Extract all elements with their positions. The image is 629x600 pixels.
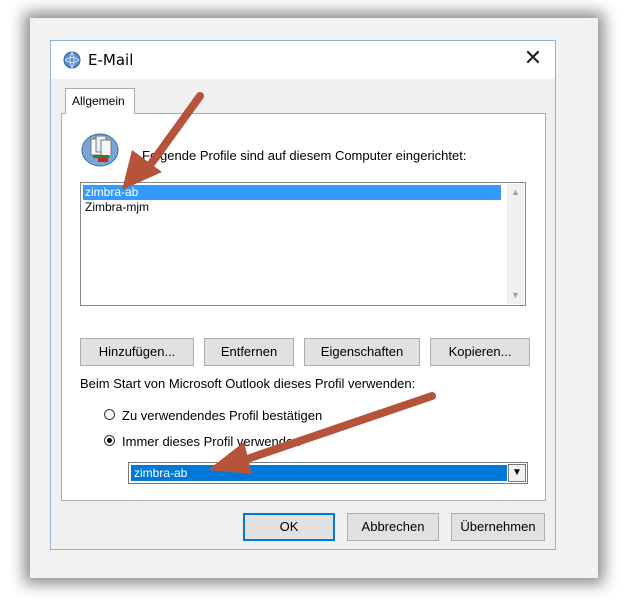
copy-profile-button[interactable]: Kopieren...: [430, 338, 530, 366]
window-title: E-Mail: [88, 51, 134, 69]
properties-button[interactable]: Eigenschaften: [304, 338, 420, 366]
email-dialog: E-Mail ✕ Allgemein Folgende Profile sind…: [50, 40, 556, 550]
list-item[interactable]: zimbra-ab: [83, 185, 501, 200]
profile-select[interactable]: zimbra-ab ▼: [128, 462, 528, 484]
tab-allgemein[interactable]: Allgemein: [65, 88, 135, 114]
globe-mail-icon: [63, 51, 81, 70]
profile-select-value: zimbra-ab: [131, 465, 507, 481]
radio-always-label: Immer dieses Profil verwenden: [122, 434, 301, 449]
profile-list[interactable]: zimbra-ab Zimbra-mjm ▲ ▼: [80, 182, 526, 306]
remove-profile-button[interactable]: Entfernen: [204, 338, 294, 366]
add-profile-button[interactable]: Hinzufügen...: [80, 338, 194, 366]
list-item[interactable]: Zimbra-mjm: [83, 200, 501, 215]
startup-profile-label: Beim Start von Microsoft Outlook dieses …: [80, 376, 416, 391]
cancel-button[interactable]: Abbrechen: [347, 513, 439, 541]
chevron-down-icon[interactable]: ▼: [507, 287, 524, 304]
ok-button[interactable]: OK: [243, 513, 335, 541]
profile-cards-icon: [80, 128, 120, 168]
apply-button[interactable]: Übernehmen: [451, 513, 545, 541]
radio-button-checked[interactable]: [104, 435, 115, 446]
radio-button[interactable]: [104, 409, 115, 420]
general-tab-panel: Folgende Profile sind auf diesem Compute…: [61, 113, 546, 501]
profile-list-scrollbar[interactable]: ▲ ▼: [507, 184, 524, 304]
triangle-down-icon[interactable]: ▼: [508, 464, 526, 482]
title-bar: E-Mail ✕: [51, 41, 555, 79]
close-button[interactable]: ✕: [519, 45, 547, 73]
profiles-intro-text: Folgende Profile sind auf diesem Compute…: [142, 148, 467, 163]
radio-confirm-label: Zu verwendendes Profil bestätigen: [122, 408, 323, 423]
chevron-up-icon[interactable]: ▲: [507, 184, 524, 201]
